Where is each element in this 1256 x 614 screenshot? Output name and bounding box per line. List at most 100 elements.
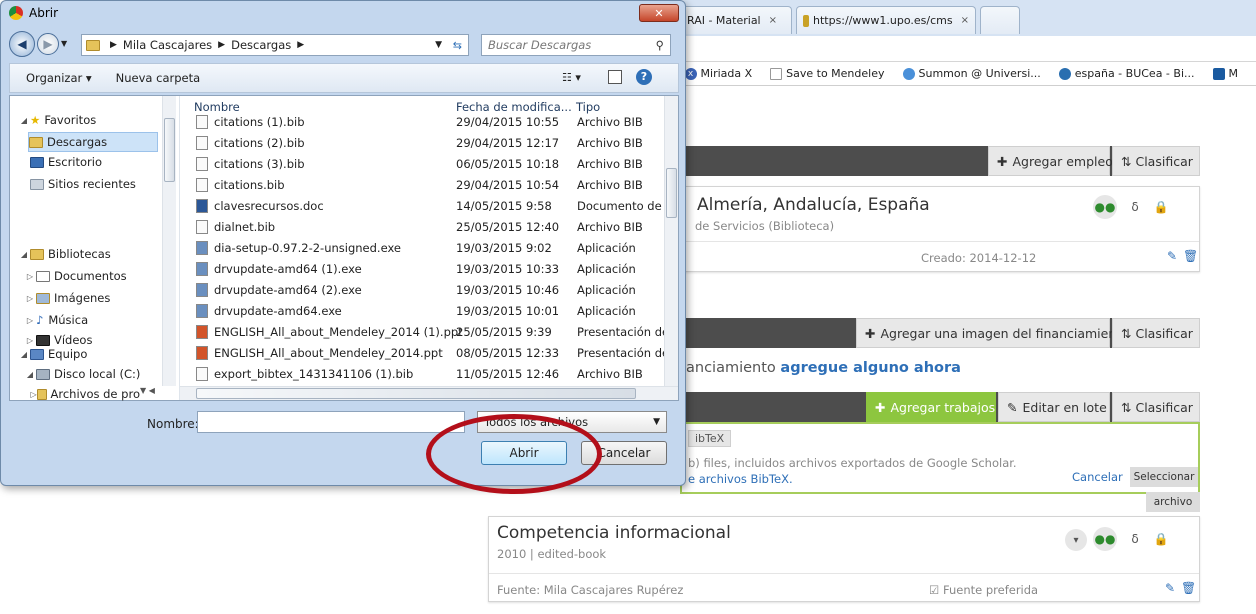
file-icon bbox=[196, 178, 208, 192]
file-type: Documento de M bbox=[577, 199, 667, 213]
select-file-button-line2[interactable]: archivo bbox=[1146, 492, 1200, 512]
back-arrow-icon[interactable]: ◀ bbox=[9, 31, 35, 57]
nav-program-files[interactable]: ▷ Archivos de pro bbox=[30, 384, 140, 404]
select-file-button[interactable]: Seleccionar bbox=[1130, 467, 1198, 487]
close-button[interactable]: ✕ bbox=[639, 4, 679, 22]
hscroll-thumb[interactable] bbox=[196, 388, 636, 399]
edit-icon[interactable]: ✎ bbox=[1165, 581, 1175, 595]
file-row[interactable]: drvupdate-amd64 (2).exe 19/03/2015 10:46 A… bbox=[188, 280, 668, 300]
scroll-thumb[interactable] bbox=[164, 118, 175, 182]
close-icon[interactable]: × bbox=[961, 15, 969, 26]
file-row[interactable]: citations (2).bib 29/04/2015 12:17 Archivo… bbox=[188, 133, 668, 153]
history-dropdown-icon[interactable]: ▼ bbox=[61, 39, 67, 48]
dropdown-icon[interactable]: ▾ bbox=[1065, 529, 1087, 551]
visibility-friends-icon[interactable]: ●● bbox=[1093, 195, 1117, 219]
nav-music[interactable]: ▷ ♪ Música bbox=[24, 310, 88, 330]
close-icon[interactable]: × bbox=[769, 15, 777, 26]
file-row[interactable]: ENGLISH_All_about_Mendeley_2014 (1).ppt 2… bbox=[188, 322, 668, 342]
file-row[interactable]: ENGLISH_All_about_Mendeley_2014.ppt 08/05… bbox=[188, 343, 668, 363]
file-icon bbox=[196, 199, 208, 213]
sort-works-button[interactable]: ⇅ Clasificar bbox=[1112, 392, 1200, 422]
nav-libraries[interactable]: ◢ Bibliotecas bbox=[18, 244, 111, 264]
sort-employment-button[interactable]: ⇅ Clasificar bbox=[1112, 146, 1200, 176]
new-folder-button[interactable]: Nueva carpeta bbox=[116, 71, 201, 85]
file-row[interactable]: dia-setup-0.97.2-2-unsigned.exe 19/03/201… bbox=[188, 238, 668, 258]
nav-hscroll-arrows[interactable]: ▼ ◀ bbox=[140, 386, 178, 400]
lock-icon[interactable]: 🔒 bbox=[1149, 195, 1173, 219]
scroll-thumb[interactable] bbox=[666, 168, 677, 218]
address-dropdown-icon[interactable]: ▼ bbox=[435, 40, 442, 50]
nav-favorites[interactable]: ◢ ★ Favoritos bbox=[18, 110, 96, 130]
browser-tab-upo[interactable]: https://www1.upo.es/cms × bbox=[796, 6, 976, 34]
file-list: Nombre Fecha de modifica... Tipo citatio… bbox=[180, 96, 678, 400]
filename-input[interactable] bbox=[197, 411, 465, 433]
bibtex-cancel-link[interactable]: Cancelar bbox=[1072, 470, 1123, 484]
search-input[interactable]: Buscar Descargas ⚲ bbox=[481, 34, 671, 56]
bookmark-miriada[interactable]: x Miriada X bbox=[684, 67, 752, 80]
nav-computer-item[interactable]: ◢ Equipo bbox=[18, 344, 87, 364]
file-row[interactable]: drvupdate-amd64 (1).exe 19/03/2015 10:33 A… bbox=[188, 259, 668, 279]
navigation-scrollbar[interactable] bbox=[162, 96, 176, 386]
bookmark-mendeley[interactable]: Save to Mendeley bbox=[770, 67, 885, 80]
file-date: 29/04/2015 10:54 bbox=[456, 178, 560, 192]
dialog-titlebar[interactable]: Abrir ✕ bbox=[1, 1, 685, 25]
batch-edit-button[interactable]: ✎ Editar en lote bbox=[998, 392, 1110, 422]
nav-desktop[interactable]: Escritorio bbox=[30, 152, 102, 172]
file-date: 29/04/2015 10:55 bbox=[456, 115, 560, 129]
visibility-friends-icon[interactable]: ●● bbox=[1093, 527, 1117, 551]
file-type: Archivo BIB bbox=[577, 115, 643, 129]
forward-arrow-icon[interactable]: ▶ bbox=[37, 33, 59, 55]
add-funding-link[interactable]: agregue alguno ahora bbox=[780, 360, 961, 376]
nav-local-disk[interactable]: ◢ Disco local (C:) bbox=[24, 364, 140, 384]
bookmark-bucea[interactable]: españa - BUCea - Bi... bbox=[1058, 67, 1195, 80]
browser-tab-rai[interactable]: RAI - Material × bbox=[680, 6, 792, 34]
add-funding-button[interactable]: ✚ Agregar una imagen del financiamiento bbox=[856, 318, 1129, 348]
address-bar[interactable]: ▶ Mila Cascajares ▶ Descargas ▶ ▼ ⇆ bbox=[81, 34, 469, 56]
file-name: citations (2).bib bbox=[214, 136, 305, 150]
refresh-icon[interactable]: ⇆ bbox=[453, 39, 462, 52]
limited-icon[interactable]: δ bbox=[1123, 195, 1147, 219]
limited-icon[interactable]: δ bbox=[1123, 527, 1147, 551]
add-works-button[interactable]: ✚ Agregar trabajos bbox=[866, 392, 996, 422]
delete-icon[interactable]: 🗑 bbox=[1181, 581, 1196, 595]
file-row[interactable]: citations (1).bib 29/04/2015 10:55 Archivo… bbox=[188, 112, 668, 132]
file-row[interactable]: drvupdate-amd64.exe 19/03/2015 10:01 Aplic… bbox=[188, 301, 668, 321]
lock-icon[interactable]: 🔒 bbox=[1149, 527, 1173, 551]
nav-images[interactable]: ▷ Imágenes bbox=[24, 288, 110, 308]
work-card: Competencia informacional 2010 | edited-… bbox=[488, 516, 1200, 602]
star-icon: ★ bbox=[30, 113, 41, 127]
preview-pane-icon[interactable] bbox=[608, 70, 622, 84]
organize-button[interactable]: Organizar ▾ bbox=[26, 71, 92, 85]
file-icon bbox=[196, 304, 208, 318]
add-employment-button[interactable]: ✚ Agregar empleo bbox=[988, 146, 1113, 176]
filename-label: Nombre: bbox=[147, 417, 199, 431]
file-row[interactable]: export_bibtex_1431341106 (1).bib 11/05/20… bbox=[188, 364, 668, 384]
file-list-hscrollbar[interactable] bbox=[180, 386, 678, 400]
nav-recent[interactable]: Sitios recientes bbox=[30, 174, 136, 194]
file-icon bbox=[196, 157, 208, 171]
delete-icon[interactable]: 🗑 bbox=[1183, 249, 1198, 263]
file-row[interactable]: clavesrecursos.doc 14/05/2015 9:58 Documen… bbox=[188, 196, 668, 216]
breadcrumb-downloads[interactable]: Descargas bbox=[231, 38, 291, 52]
search-icon[interactable]: ⚲ bbox=[656, 38, 664, 52]
nav-downloads[interactable]: Descargas bbox=[28, 132, 158, 152]
breadcrumb-user[interactable]: Mila Cascajares bbox=[123, 38, 212, 52]
nav-documents[interactable]: ▷ Documentos bbox=[24, 266, 127, 286]
bookmark-m[interactable]: M bbox=[1212, 67, 1238, 80]
folder-icon bbox=[37, 388, 47, 400]
bibtex-help-link[interactable]: e archivos BibTeX. bbox=[688, 472, 793, 486]
edit-icon[interactable]: ✎ bbox=[1167, 249, 1177, 263]
view-options-icon[interactable]: ☷ ▾ bbox=[562, 71, 581, 84]
new-tab-button[interactable] bbox=[980, 6, 1020, 34]
file-row[interactable]: dialnet.bib 25/05/2015 12:40 Archivo BIB bbox=[188, 217, 668, 237]
file-row[interactable]: citations (3).bib 06/05/2015 10:18 Archivo… bbox=[188, 154, 668, 174]
file-type: Archivo BIB bbox=[577, 136, 643, 150]
file-list-scrollbar[interactable] bbox=[664, 96, 678, 386]
help-icon[interactable]: ? bbox=[636, 69, 652, 85]
sort-funding-button[interactable]: ⇅ Clasificar bbox=[1112, 318, 1200, 348]
file-name: dia-setup-0.97.2-2-unsigned.exe bbox=[214, 241, 401, 255]
tab-label: RAI - Material bbox=[687, 14, 761, 27]
bookmark-summon[interactable]: Summon @ Universi... bbox=[902, 67, 1041, 80]
red-highlight-ellipse bbox=[426, 414, 602, 494]
file-row[interactable]: citations.bib 29/04/2015 10:54 Archivo BIB bbox=[188, 175, 668, 195]
